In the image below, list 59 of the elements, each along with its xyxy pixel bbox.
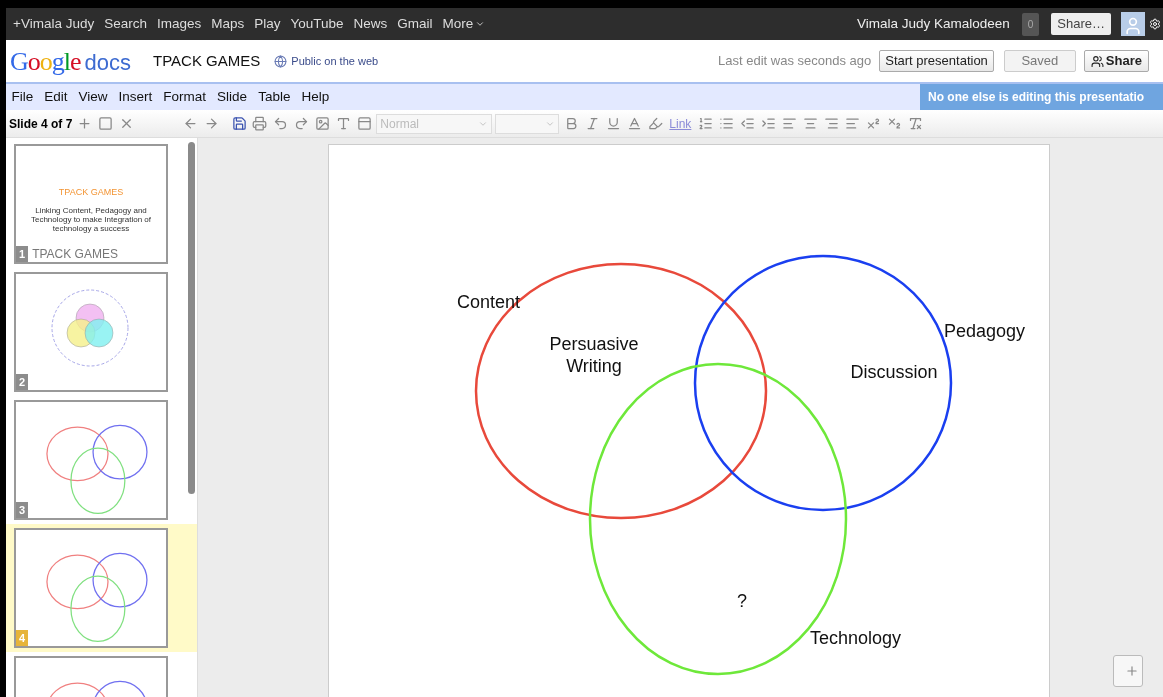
print-icon[interactable] xyxy=(250,114,269,133)
venn-label: Persuasive Writing xyxy=(549,334,639,376)
thumbnail-subtitle: Linking Content, Pedagogy and Technology to make Integration of technology a success xyxy=(29,205,153,233)
nav-link[interactable]: Images xyxy=(151,13,207,35)
document-title[interactable]: TPACK GAMES xyxy=(153,49,261,73)
slide-number-badge: 3 xyxy=(16,502,29,518)
share-button[interactable]: Share xyxy=(1083,50,1149,72)
slide-number-badge: 2 xyxy=(16,374,29,390)
menu-item[interactable]: Edit xyxy=(38,86,74,108)
menu-item[interactable]: Format xyxy=(157,86,212,108)
venn-label: Content xyxy=(457,292,521,312)
nav-link[interactable]: Gmail xyxy=(392,13,438,35)
nav-link[interactable]: News xyxy=(348,13,393,35)
venn-label: Discussion xyxy=(850,362,938,382)
venn-circle xyxy=(70,575,126,642)
speaker-notes-icon[interactable] xyxy=(1113,655,1143,687)
duplicate-slide-icon[interactable] xyxy=(96,114,115,133)
venn-circle xyxy=(92,424,148,480)
picture-icon[interactable] xyxy=(355,114,374,133)
google-docs-logo[interactable]: Googledocs xyxy=(10,41,132,81)
share-button[interactable]: Share… xyxy=(1051,13,1111,35)
slide-counter: Slide 4 of 7 xyxy=(8,115,73,133)
collaboration-notice: No one else is editing this presentatio xyxy=(920,84,1163,110)
venn-label: ? xyxy=(737,591,747,611)
menu-item[interactable]: Help xyxy=(295,86,335,108)
more-menu[interactable]: More xyxy=(437,13,491,35)
menu-item[interactable]: View xyxy=(73,86,114,108)
menu-item[interactable]: File xyxy=(6,86,39,108)
venn-label: Technology xyxy=(810,628,902,648)
venn-label: Pedagogy xyxy=(944,321,1026,341)
last-edit-status: Last edit was seconds ago xyxy=(718,52,872,71)
saved-button[interactable]: Saved xyxy=(1003,50,1076,72)
caret-icon xyxy=(475,19,486,29)
slide-number-badge: 4 xyxy=(16,630,29,646)
scrollbar-thumb[interactable] xyxy=(188,142,195,494)
nav-link[interactable]: Maps xyxy=(206,13,250,35)
save-icon[interactable] xyxy=(232,116,248,131)
start-presentation-button[interactable]: Start presentation xyxy=(879,50,994,72)
slide-number-badge: 1 xyxy=(16,246,29,262)
menu-item[interactable]: Slide xyxy=(211,86,253,108)
slide-thumbnail[interactable]: TPACK GAMES Linking Content, Pedagogy and Technology to make Integration of technology a success 1 TPACK GAMES xyxy=(14,144,168,264)
nav-link[interactable]: Play xyxy=(249,13,286,35)
thumbnail-caption: TPACK GAMES xyxy=(32,246,118,262)
settings-icon[interactable] xyxy=(1149,18,1161,30)
venn-circle xyxy=(46,426,109,482)
nav-link[interactable]: YouTube xyxy=(285,13,349,35)
thumbnail-title: TPACK GAMES xyxy=(58,186,124,199)
user-name[interactable]: Vimala Judy Kamalodeen xyxy=(850,13,1016,35)
people-icon xyxy=(1090,54,1104,68)
venn-circle xyxy=(46,554,109,610)
menu-item[interactable]: Table xyxy=(252,86,296,108)
visibility-link[interactable]: Public on the web xyxy=(291,52,379,70)
venn-circle xyxy=(92,552,148,608)
insert-image-icon[interactable] xyxy=(313,114,332,133)
menu-item[interactable]: Insert xyxy=(113,86,158,108)
nav-link[interactable]: Search xyxy=(99,13,152,35)
venn-circle xyxy=(70,447,126,514)
globe-icon xyxy=(274,54,288,68)
nav-link[interactable]: +Vimala Judy xyxy=(8,13,100,35)
